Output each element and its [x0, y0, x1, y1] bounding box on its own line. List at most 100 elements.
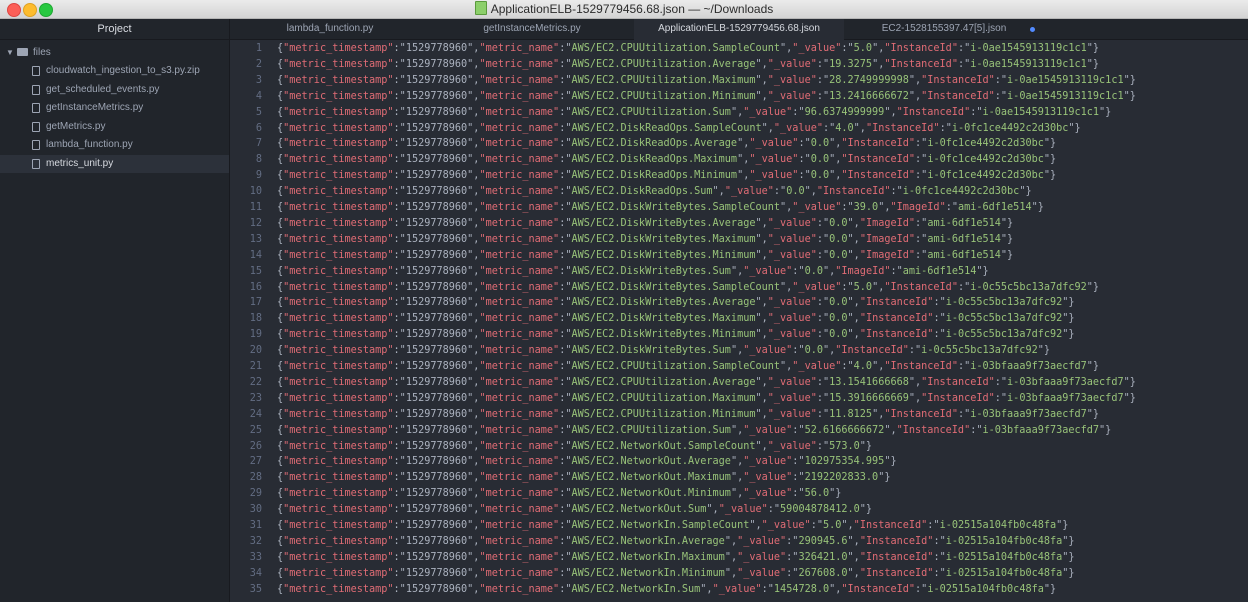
json-punct: :" [816, 233, 830, 245]
json-punct: :" [890, 265, 903, 277]
json-punct: ", [467, 58, 480, 70]
editor-scrollbar[interactable] [1238, 40, 1248, 602]
json-value: 1529778960 [405, 74, 468, 86]
json-key: "metric_name" [479, 329, 560, 341]
line-number: 22 [249, 376, 262, 388]
json-value: 13.2416666672 [829, 90, 909, 102]
json-punct: :" [393, 313, 406, 325]
sidebar-file-item[interactable]: metrics_unit.py [0, 154, 229, 173]
json-punct: :" [792, 265, 805, 277]
json-value: AWS/EC2.NetworkIn.Average [571, 535, 725, 547]
json-punct: "} [1086, 281, 1100, 293]
json-punct: :" [957, 408, 971, 420]
json-punct: ", [847, 567, 860, 579]
line-number: 21 [249, 361, 262, 372]
json-punct: "} [1062, 297, 1075, 309]
json-key: InstanceId [865, 551, 928, 563]
json-value: i-0c55c5bc13a7dfc92 [945, 313, 1063, 325]
json-key: "metric_name" [479, 488, 560, 500]
line-number: 28 [249, 472, 262, 484]
tab-label: ApplicationELB-1529779456.68.json [658, 23, 820, 34]
sidebar-file-item[interactable]: get_scheduled_events.py [0, 81, 229, 100]
json-punct: :" [933, 551, 946, 563]
code-text: {"metric_timestamp":"1529778960","metric… [277, 407, 1099, 423]
code-text: {"metric_timestamp":"1529778960","metric… [277, 486, 841, 502]
json-punct: ", [730, 456, 744, 468]
json-value: AWS/EC2.DiskWriteBytes.SampleCount [571, 202, 781, 213]
json-punct: ", [730, 424, 744, 436]
tab-application-elb-json[interactable]: ApplicationELB-1529779456.68.json [634, 19, 844, 40]
json-punct: :" [393, 424, 406, 436]
json-punct: ", [908, 74, 922, 86]
json-value: 573.0 [829, 440, 860, 452]
code-text: {"metric_timestamp":"1529778960","metric… [277, 327, 1075, 343]
sidebar-file-item[interactable]: getMetrics.py [0, 118, 229, 137]
json-key: "metric_name" [479, 74, 560, 86]
json-punct: ", [467, 233, 480, 245]
folder-files[interactable]: ▼ files [0, 43, 229, 62]
json-key: "metric_timestamp" [283, 376, 394, 388]
json-punct: ", [908, 376, 922, 388]
json-punct: ", [467, 488, 480, 500]
json-key: "_value" [724, 186, 774, 198]
tab-lambda-function[interactable]: lambda_function.py [230, 19, 430, 39]
tab-label: getInstanceMetrics.py [483, 23, 581, 34]
code-text: {"metric_timestamp":"1529778960","metric… [277, 359, 1099, 375]
json-punct: :" [761, 583, 774, 595]
tab-ec2-json[interactable]: EC2-1528155397.47[5].json [844, 19, 1044, 39]
code-text: {"metric_timestamp":"1529778960","metric… [277, 439, 872, 455]
json-punct: :" [559, 74, 572, 86]
json-punct: ", [822, 345, 836, 357]
file-icon [32, 103, 40, 113]
json-value: 102975354.995 [804, 456, 885, 468]
sidebar-file-item[interactable]: getInstanceMetrics.py [0, 99, 229, 118]
json-punct: "} [1056, 520, 1069, 531]
json-value: 1529778960 [405, 488, 468, 500]
json-punct: :" [559, 249, 572, 261]
json-key: InstanceId [841, 345, 903, 357]
json-key: "metric_timestamp" [283, 520, 394, 531]
json-punct: :" [915, 138, 928, 150]
line-number: 26 [249, 440, 262, 452]
tab-get-instance-metrics[interactable]: getInstanceMetrics.py [430, 19, 634, 39]
json-key: "metric_name" [479, 392, 560, 404]
json-punct: ", [467, 440, 480, 452]
sidebar-file-item[interactable]: lambda_function.py [0, 136, 229, 155]
json-value: 1529778960 [405, 170, 468, 182]
line-number: 18 [249, 313, 262, 325]
json-value: 0.0 [786, 186, 805, 198]
json-key: ImageId [841, 265, 885, 277]
json-punct: :" [786, 551, 799, 563]
json-key: "metric_name" [479, 345, 560, 357]
json-value: i-0c55c5bc13a7dfc92 [945, 329, 1063, 341]
json-punct: :" [393, 392, 406, 404]
json-key: "_value" [737, 567, 787, 579]
code-text: {"metric_timestamp":"1529778960","metric… [277, 216, 1013, 232]
json-value: 59004878412.0 [780, 504, 860, 516]
json-punct: ", [847, 551, 860, 563]
json-key: "metric_timestamp" [283, 329, 394, 341]
json-value: 1529778960 [405, 202, 468, 213]
json-punct: ", [737, 170, 750, 182]
json-value: AWS/EC2.DiskWriteBytes.Maximum [571, 313, 756, 325]
code-editor[interactable]: 1 {"metric_timestamp":"1529778960","metri… [230, 40, 1248, 602]
line-number: 7 [255, 138, 262, 150]
json-key: "_value" [792, 202, 842, 213]
file-list: cloudwatch_ingestion_to_s3.py.zip get_sch… [0, 62, 229, 173]
json-punct: :" [786, 567, 799, 579]
json-key: "_value" [767, 297, 817, 309]
json-punct: :" [559, 297, 572, 309]
json-punct: ", [847, 249, 860, 261]
json-key: "_value" [737, 535, 787, 547]
json-punct: :" [393, 106, 406, 118]
json-value: i-03bfaaa9f73aecfd7 [970, 408, 1087, 420]
json-punct: ", [467, 217, 480, 229]
json-punct: ", [467, 186, 480, 198]
sidebar-file-label: metrics_unit.py [46, 157, 114, 169]
json-punct: :" [816, 90, 830, 102]
json-value: AWS/EC2.DiskReadOps.Average [571, 138, 738, 150]
code-text: {"metric_timestamp":"1529778960","metric… [277, 534, 1075, 550]
json-value: AWS/EC2.CPUUtilization.Maximum [571, 74, 756, 86]
sidebar-file-item[interactable]: cloudwatch_ingestion_to_s3.py.zip [0, 62, 229, 81]
json-value: AWS/EC2.CPUUtilization.Average [571, 376, 756, 388]
